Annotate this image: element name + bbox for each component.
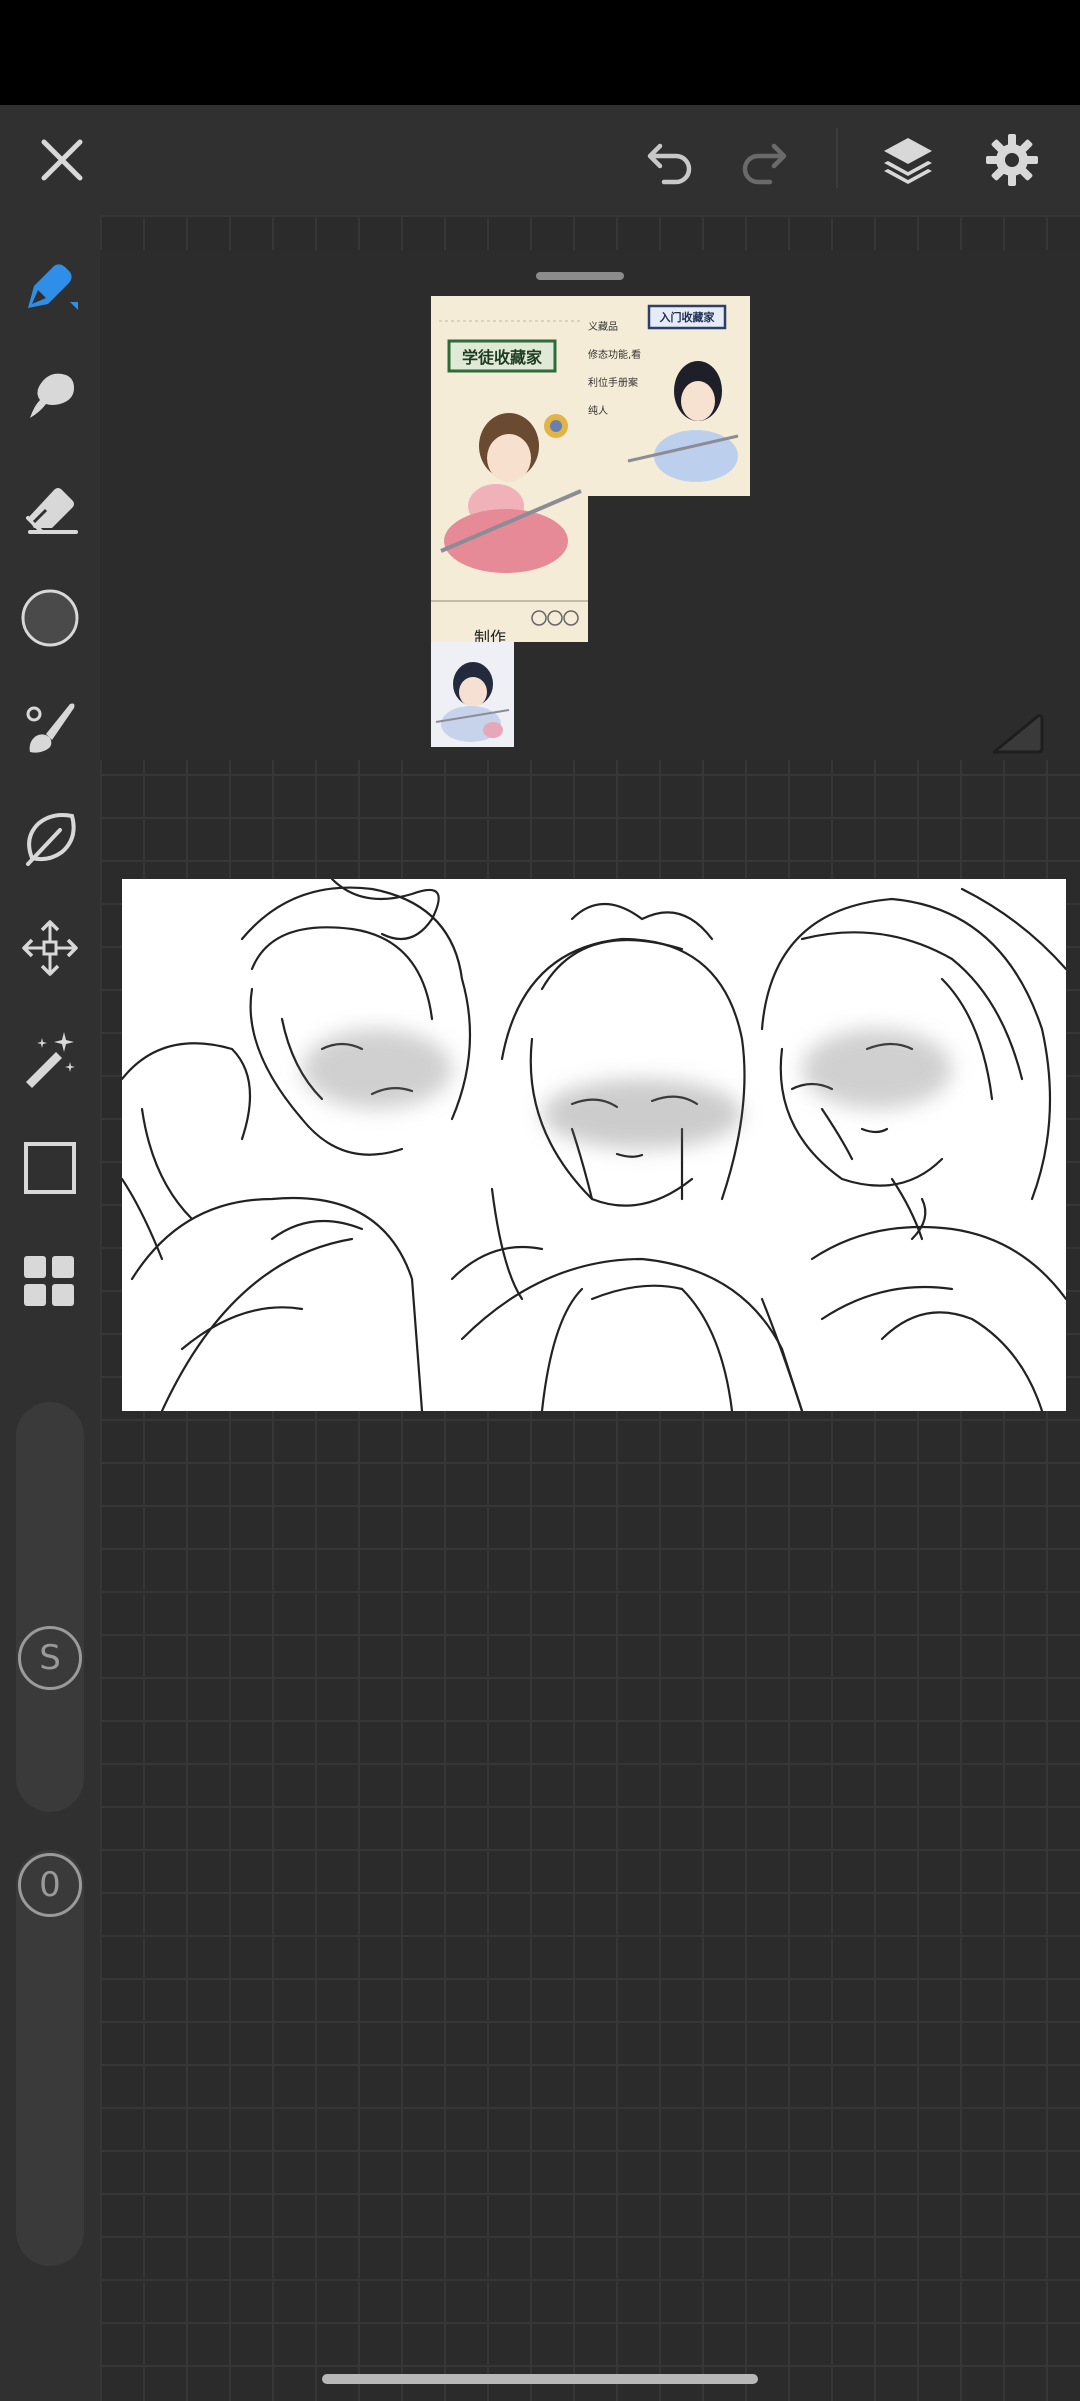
tool-lasso[interactable] [10, 798, 90, 878]
opacity-value: 0 [39, 1865, 61, 1905]
redo-icon [742, 143, 787, 185]
tool-eraser[interactable] [10, 468, 90, 548]
magic-wand-icon [26, 1032, 75, 1088]
redo-button[interactable] [724, 120, 804, 200]
rectangle-icon [24, 1142, 76, 1194]
banner-right-text: 入门收藏家 [659, 311, 715, 324]
tool-smudge[interactable] [10, 356, 90, 436]
tool-pen[interactable] [10, 246, 90, 326]
brush-icon [26, 703, 75, 753]
drawing-canvas[interactable] [122, 879, 1066, 1411]
move-icon [22, 920, 78, 976]
opacity-knob[interactable]: 0 [18, 1853, 82, 1917]
brush-size-knob[interactable]: S [18, 1626, 82, 1690]
reference-panel-handle[interactable] [536, 272, 624, 280]
blur-patch-right [802, 1029, 952, 1109]
tool-transform[interactable] [10, 908, 90, 988]
settings-button[interactable] [972, 120, 1052, 200]
pen-icon [28, 264, 78, 310]
banner-main-text: 学徒收藏家 [461, 348, 542, 367]
tool-shape[interactable] [10, 1128, 90, 1208]
reference-line-1: 义藏品 [588, 322, 618, 333]
undo-button[interactable] [630, 120, 710, 200]
gear-icon [986, 134, 1038, 186]
reference-line-3: 利位手册案 [588, 378, 638, 389]
close-icon [41, 139, 83, 181]
tool-color[interactable] [10, 578, 90, 658]
grid-icon [24, 1256, 74, 1306]
undo-icon [647, 143, 692, 185]
reference-image-right: 入门收藏家 义藏品 修态功能,看 利位手册案 纯人 [588, 296, 750, 496]
app-root: 学徒收藏家 制作 入门收藏家 义藏品 修态功能,看 利位手册案 纯人 S 0 [0, 0, 1080, 2401]
reference-image-main: 学徒收藏家 [431, 296, 588, 642]
brush-size-slider[interactable] [16, 1402, 84, 1812]
smudge-icon [30, 373, 74, 418]
tool-magic-wand[interactable] [10, 1018, 90, 1098]
toolbar-divider [836, 128, 838, 188]
blur-patch-middle [542, 1079, 742, 1149]
layers-button[interactable] [868, 120, 948, 200]
eraser-icon [26, 488, 78, 534]
tool-gallery[interactable] [10, 1242, 90, 1322]
reference-resize-handle[interactable] [988, 708, 1046, 758]
close-button[interactable] [22, 120, 102, 200]
blur-patch-left [302, 1029, 452, 1109]
tool-brush[interactable] [10, 688, 90, 768]
reference-line-4: 纯人 [588, 406, 608, 417]
home-indicator [322, 2374, 758, 2384]
color-swatch [21, 589, 79, 647]
size-label: S [39, 1638, 61, 1678]
lasso-icon [26, 813, 76, 866]
reference-image-small [431, 642, 514, 747]
layers-icon [884, 138, 932, 184]
reference-line-2: 修态功能,看 [588, 350, 642, 361]
status-bar [0, 0, 1080, 105]
